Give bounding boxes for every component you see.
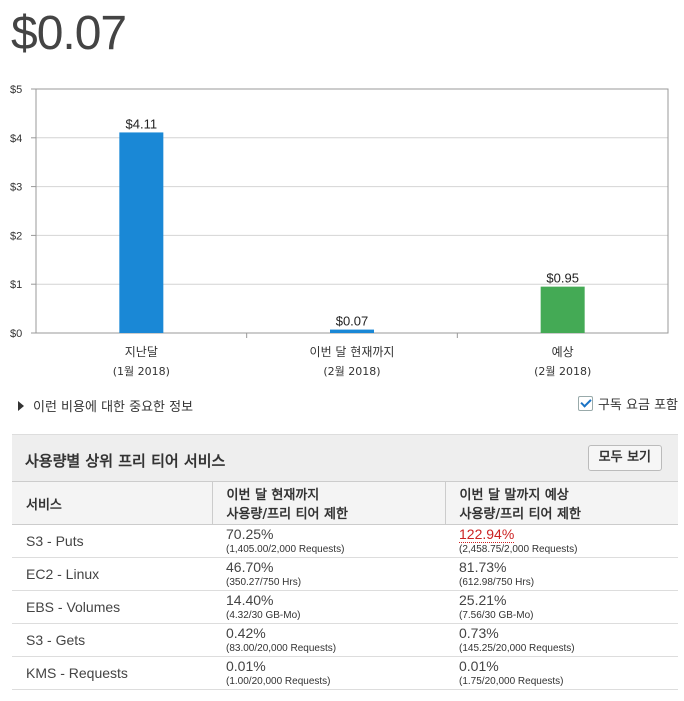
forecast-percent: 25.21% (459, 592, 678, 608)
mtd-percent: 46.70% (226, 559, 274, 575)
x-category-sublabel: (1월 2018) (113, 365, 170, 378)
header-service: 서비스 (12, 481, 212, 525)
forecast-percent: 81.73% (459, 559, 678, 575)
forecast-percent: 0.73% (459, 625, 678, 641)
forecast-percent: 122.94% (459, 526, 678, 543)
x-category-sublabel: (2월 2018) (534, 365, 591, 378)
forecast-percent: 0.01% (459, 658, 678, 674)
forecast-percent-value: 122.94% (459, 526, 515, 543)
bar-value-label: $0.07 (336, 314, 369, 329)
expand-triangle-icon (18, 400, 24, 411)
forecast-cell: 0.73% (145.25/20,000 Requests) (445, 623, 678, 657)
mtd-percent: 0.42% (226, 625, 266, 641)
mtd-detail: (83.00/20,000 Requests) (226, 643, 337, 654)
forecast-detail: (612.98/750 Hrs) (459, 577, 535, 588)
header-forecast: 이번 달 말까지 예상 사용량/프리 티어 제한 (444, 481, 678, 525)
header-month-to-date: 이번 달 현재까지 사용량/프리 티어 제한 (211, 481, 445, 525)
table-row: KMS - Requests 0.01% (1.00/20,000 Requests… (12, 656, 678, 690)
forecast-percent-value: 0.01% (459, 658, 499, 674)
service-name: KMS - Requests (12, 656, 212, 690)
subscription-checkbox[interactable] (577, 396, 593, 411)
forecast-cell: 81.73% (612.98/750 Hrs) (445, 557, 678, 591)
mtd-cell: 0.01% (1.00/20,000 Requests) (212, 656, 445, 690)
y-tick-label: $5 (10, 84, 22, 96)
cost-bar-chart: $0 $1 $2 $3 $4 $5 $4.11 지난달 (1월 2018) $0.07 이번 달 현… (10, 84, 669, 378)
mtd-detail: (350.27/750 Hrs) (226, 577, 302, 588)
header-forecast-line1: 이번 달 말까지 예상 (459, 488, 569, 503)
mtd-cell: 0.42% (83.00/20,000 Requests) (212, 623, 445, 657)
y-tick-label: $3 (10, 182, 22, 194)
cost-info-label: 이런 비용에 대한 중요한 정보 (33, 400, 194, 415)
total-amount: $0.07 (11, 7, 127, 60)
mtd-detail: (1,405.00/2,000 Requests) (226, 544, 345, 555)
table-row: EC2 - Linux 46.70% (350.27/750 Hrs) 81.73% (… (12, 557, 678, 591)
table-row: S3 - Puts 70.25% (1,405.00/2,000 Requests)… (12, 524, 678, 558)
cost-info-toggle[interactable]: 이런 비용에 대한 중요한 정보 (18, 396, 193, 415)
bar (330, 329, 374, 333)
mtd-cell: 70.25% (1,405.00/2,000 Requests) (212, 524, 445, 558)
forecast-percent-value: 0.73% (459, 625, 499, 641)
y-tick-label: $0 (10, 328, 22, 340)
forecast-percent-value: 81.73% (459, 559, 507, 575)
forecast-cell: 25.21% (7.56/30 GB-Mo) (445, 590, 678, 624)
bar (540, 286, 585, 333)
x-category-label: 예상 (552, 345, 574, 359)
table-row: EBS - Volumes 14.40% (4.32/30 GB-Mo) 25.21%… (12, 590, 678, 624)
mtd-percent: 14.40% (226, 592, 274, 608)
forecast-cell: 0.01% (1.75/20,000 Requests) (445, 656, 678, 690)
panel-title: 사용량별 상위 프리 티어 서비스 (25, 452, 226, 470)
bar (119, 132, 164, 333)
x-category-label: 이번 달 현재까지 (310, 345, 395, 359)
subscription-label: 구독 요금 포함 (597, 398, 678, 413)
service-name: EC2 - Linux (12, 557, 212, 591)
mtd-cell: 46.70% (350.27/750 Hrs) (212, 557, 445, 591)
forecast-percent-value: 25.21% (459, 592, 507, 608)
forecast-detail: (2,458.75/2,000 Requests) (459, 544, 578, 555)
panel-header: 사용량별 상위 프리 티어 서비스 모두 보기 (12, 434, 678, 481)
service-name: S3 - Gets (12, 623, 212, 657)
service-name: S3 - Puts (12, 524, 212, 558)
subscription-charges-option[interactable]: 구독 요금 포함 (577, 394, 678, 413)
mtd-cell: 14.40% (4.32/30 GB-Mo) (212, 590, 445, 624)
mtd-percent: 0.01% (226, 658, 266, 674)
forecast-detail: (7.56/30 GB-Mo) (459, 610, 534, 621)
header-mtd-line1: 이번 달 현재까지 (226, 488, 320, 503)
bar-value-label: $4.11 (126, 116, 158, 131)
y-tick-label: $2 (10, 230, 22, 242)
service-name: EBS - Volumes (12, 590, 212, 624)
x-category-sublabel: (2월 2018) (323, 365, 380, 378)
free-tier-panel: 사용량별 상위 프리 티어 서비스 모두 보기 서비스 이번 달 현재까지 사용… (12, 434, 678, 690)
y-tick-label: $4 (10, 133, 22, 145)
mtd-percent: 70.25% (226, 526, 274, 542)
bar-value-label: $0.95 (546, 271, 579, 286)
mtd-detail: (1.00/20,000 Requests) (226, 676, 331, 687)
table-header-row: 서비스 이번 달 현재까지 사용량/프리 티어 제한 이번 달 말까지 예상 사… (12, 481, 678, 525)
table-row: S3 - Gets 0.42% (83.00/20,000 Requests) 0.7… (12, 623, 678, 657)
mtd-detail: (4.32/30 GB-Mo) (226, 610, 301, 621)
y-tick-label: $1 (10, 279, 22, 291)
free-tier-table: 서비스 이번 달 현재까지 사용량/프리 티어 제한 이번 달 말까지 예상 사… (12, 481, 678, 690)
forecast-detail: (1.75/20,000 Requests) (459, 676, 564, 687)
header-forecast-line2: 사용량/프리 티어 제한 (459, 507, 581, 522)
header-mtd-line2: 사용량/프리 티어 제한 (226, 507, 348, 522)
view-all-button[interactable]: 모두 보기 (587, 445, 662, 471)
x-category-label: 지난달 (125, 345, 158, 359)
forecast-detail: (145.25/20,000 Requests) (459, 643, 575, 654)
forecast-cell: 122.94% (2,458.75/2,000 Requests) (445, 524, 678, 558)
